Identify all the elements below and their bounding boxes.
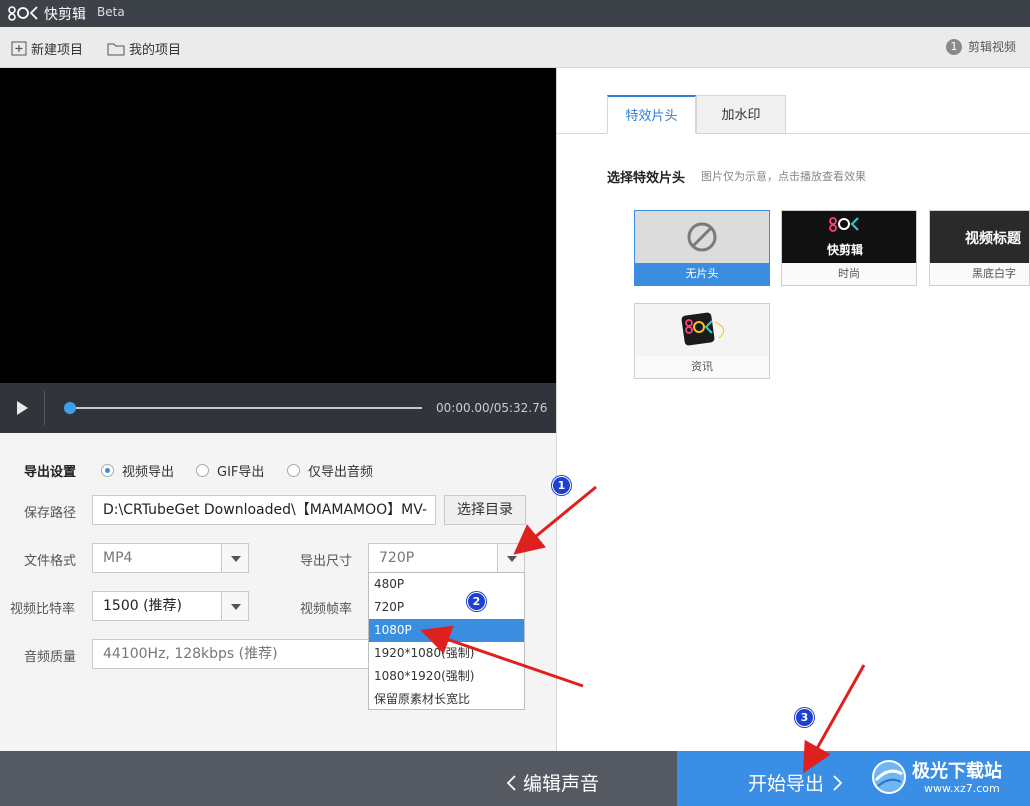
seek-knob[interactable] (64, 402, 76, 414)
start-export-label: 开始导出 (748, 773, 825, 795)
chevron-left-icon (506, 775, 516, 791)
tab-watermark[interactable]: 加水印 (696, 95, 786, 134)
panel-divider (556, 68, 557, 751)
new-project-button[interactable]: 新建项目 (11, 39, 83, 58)
file-format-dropdown-button[interactable] (221, 543, 249, 573)
size-option-keep-ratio[interactable]: 保留原素材长宽比 (369, 688, 524, 711)
radio-video-export[interactable]: 视频导出 (101, 461, 174, 480)
fashion-thumb-text: 快剪辑 (827, 243, 864, 257)
radio-audio-only[interactable]: 仅导出音频 (287, 461, 373, 480)
intro-section-title: 选择特效片头 (607, 171, 686, 186)
intro-caption: 黑底白字 (930, 263, 1029, 285)
player-controls: 00:00.00/05:32.76 (0, 383, 557, 433)
size-option-1920x1080[interactable]: 1920*1080(强制) (369, 642, 524, 665)
app-beta-label: Beta (97, 5, 125, 19)
edit-audio-label: 编辑声音 (523, 773, 600, 795)
size-option-480p[interactable]: 480P (369, 573, 524, 596)
radio-label: 仅导出音频 (308, 465, 374, 480)
intro-section-hint: 图片仅为示意，点击播放查看效果 (701, 170, 866, 183)
radio-dot (101, 464, 114, 477)
player-separator (44, 391, 45, 425)
start-export-button[interactable]: 开始导出 (748, 769, 844, 796)
step-indicator: 1 剪辑视频 (945, 38, 1016, 55)
edit-audio-button[interactable]: 编辑声音 (505, 769, 599, 796)
intro-thumb-none (635, 211, 769, 263)
new-project-label: 新建项目 (31, 43, 84, 58)
size-option-1080x1920[interactable]: 1080*1920(强制) (369, 665, 524, 688)
tab-intro-effects[interactable]: 特效片头 (607, 95, 696, 134)
intro-thumb-fashion: 快剪辑 (782, 211, 916, 263)
size-option-720p[interactable]: 720P (369, 596, 524, 619)
save-path-field[interactable]: D:\CRTubeGet Downloaded\【MAMAMOO】MV- (92, 495, 436, 525)
export-settings-label: 导出设置 (24, 465, 77, 480)
my-projects-label: 我的项目 (129, 43, 182, 58)
step-marker-3: 3 (795, 708, 814, 727)
black-white-thumb-text: 视频标题 (965, 231, 1021, 247)
kuaijianji-logo-icon (8, 6, 38, 21)
step-marker-2: 2 (467, 592, 486, 611)
play-button[interactable] (0, 383, 44, 433)
intro-card-none[interactable]: 无片头 (634, 210, 770, 286)
choose-directory-button[interactable]: 选择目录 (444, 495, 526, 525)
size-option-1080p[interactable]: 1080P (369, 619, 524, 642)
intro-caption: 资讯 (635, 356, 769, 378)
step-marker-1: 1 (552, 476, 571, 495)
step-number-badge: 1 (945, 38, 962, 55)
video-preview[interactable] (0, 68, 557, 383)
audio-quality-select[interactable]: 44100Hz, 128kbps (推荐) (92, 639, 372, 669)
export-size-dropdown-list: 480P 720P 1080P 1920*1080(强制) 1080*1920(… (368, 572, 525, 710)
save-path-label: 保存路径 (24, 506, 77, 521)
intro-thumb-black-white: 视频标题 (930, 211, 1029, 263)
radio-label: 视频导出 (122, 465, 175, 480)
intro-card-black-white[interactable]: 视频标题 黑底白字 (929, 210, 1030, 286)
file-format-select[interactable]: MP4 (92, 543, 222, 573)
audio-quality-label: 音频质量 (24, 650, 77, 665)
bitrate-dropdown-button[interactable] (221, 591, 249, 621)
chevron-right-icon (833, 775, 843, 791)
intro-card-fashion[interactable]: 快剪辑 时尚 (781, 210, 917, 286)
file-format-label: 文件格式 (24, 554, 77, 569)
plus-box-icon (11, 41, 27, 56)
intro-card-news[interactable]: 资讯 (634, 303, 770, 379)
my-projects-button[interactable]: 我的项目 (107, 39, 181, 58)
toolbar: 新建项目 我的项目 1 剪辑视频 (0, 27, 1030, 68)
time-display: 00:00.00/05:32.76 (436, 401, 548, 415)
app-title: 快剪辑 (44, 7, 86, 23)
radio-gif-export[interactable]: GIF导出 (196, 461, 264, 480)
bitrate-select[interactable]: 1500 (推荐) (92, 591, 222, 621)
watermark-url: www.xz7.com (924, 782, 1000, 795)
radio-dot (287, 464, 300, 477)
play-icon (17, 401, 28, 415)
folder-icon (107, 43, 125, 55)
framerate-label: 视频帧率 (300, 602, 353, 617)
no-intro-icon (687, 222, 717, 252)
radio-label: GIF导出 (217, 465, 265, 480)
watermark-logo-icon (872, 760, 906, 794)
news-logo-icon (681, 312, 725, 346)
export-size-select[interactable]: 720P (368, 543, 498, 573)
export-size-dropdown-button[interactable] (497, 543, 525, 573)
radio-dot (196, 464, 209, 477)
intro-thumb-news (635, 304, 769, 356)
watermark-text: 极光下载站 (912, 761, 1002, 782)
intro-caption: 无片头 (635, 263, 769, 285)
export-size-label: 导出尺寸 (300, 554, 353, 569)
bitrate-label: 视频比特率 (10, 602, 76, 617)
seek-track[interactable] (68, 407, 422, 409)
intro-caption: 时尚 (782, 263, 916, 285)
title-bar: 快剪辑 Beta (0, 0, 1030, 27)
step-label: 剪辑视频 (967, 40, 1016, 54)
